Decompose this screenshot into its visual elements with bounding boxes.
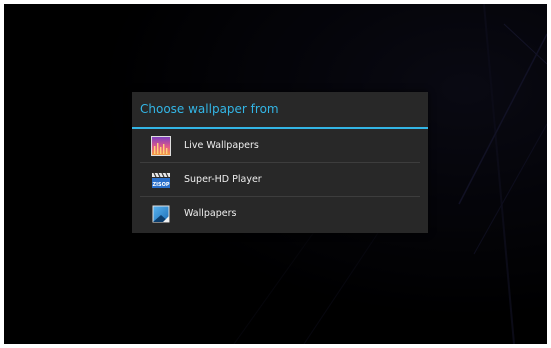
home-screen: Choose wallpaper from Live Wallpapers ZI…	[4, 4, 547, 344]
dialog-title: Choose wallpaper from	[140, 102, 279, 116]
choose-wallpaper-dialog: Choose wallpaper from Live Wallpapers ZI…	[132, 92, 428, 233]
live-wallpapers-icon	[151, 136, 171, 156]
super-hd-player-icon-text: ZISOP	[152, 182, 169, 188]
wallpaper-source-list: Live Wallpapers ZISOP Super-HD Player Wa…	[132, 129, 428, 231]
list-item-label: Wallpapers	[184, 208, 237, 219]
wallpapers-icon	[151, 204, 171, 224]
list-item-label: Live Wallpapers	[184, 140, 259, 151]
list-item-wallpapers[interactable]: Wallpapers	[132, 197, 428, 231]
super-hd-player-icon: ZISOP	[151, 170, 171, 190]
list-item-label: Super-HD Player	[184, 174, 262, 185]
list-item-super-hd-player[interactable]: ZISOP Super-HD Player	[132, 163, 428, 197]
list-item-live-wallpapers[interactable]: Live Wallpapers	[132, 129, 428, 163]
